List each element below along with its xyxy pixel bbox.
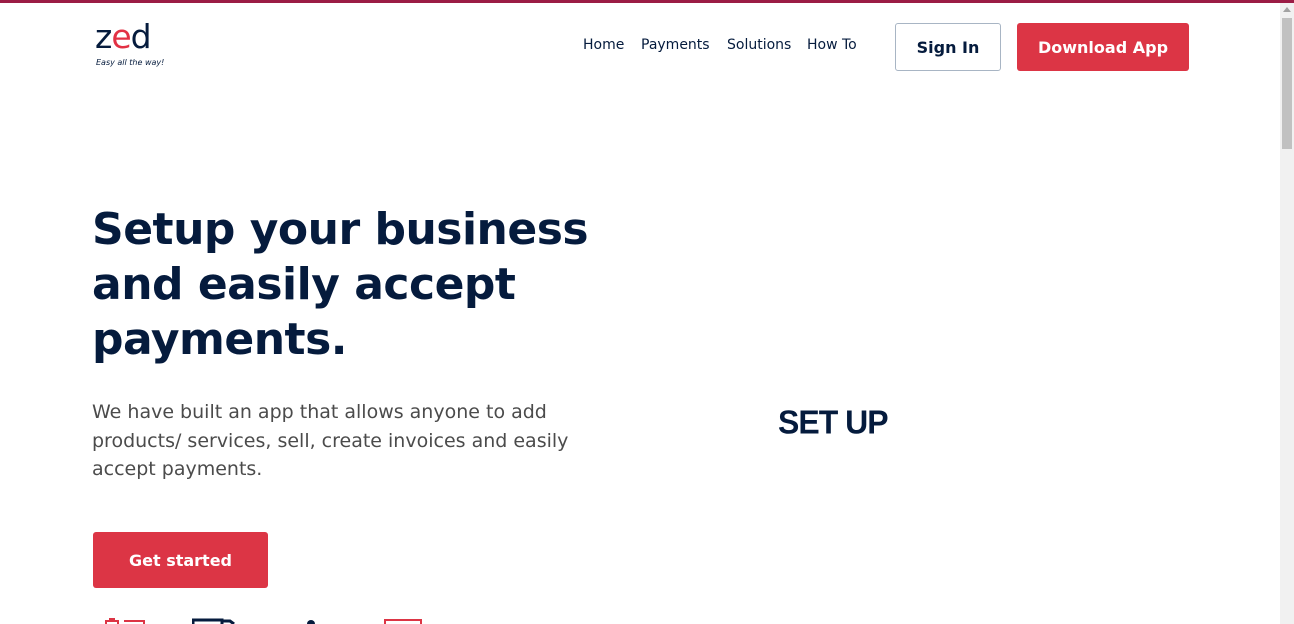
hero-description: We have built an app that allows anyone … — [92, 401, 569, 480]
sign-in-button[interactable]: Sign In — [895, 23, 1001, 71]
nav-payments[interactable]: Payments — [641, 37, 710, 57]
nav-solutions[interactable]: Solutions — [727, 37, 791, 57]
hero-animation-text: SET UP — [778, 403, 889, 441]
download-app-button[interactable]: Download App — [1017, 23, 1189, 71]
zed-logo[interactable]: zed Easy all the way! — [95, 17, 171, 71]
get-started-button[interactable]: Get started — [93, 532, 268, 588]
truck-icon — [192, 618, 235, 624]
logo-wordmark: zed — [95, 17, 152, 56]
card-icon — [384, 619, 422, 624]
scroll-up-arrow-icon[interactable] — [1283, 7, 1291, 12]
user-icon — [307, 620, 315, 624]
logo-tagline: Easy all the way! — [96, 58, 165, 67]
scrollbar-thumb[interactable] — [1282, 18, 1292, 149]
hero-title: Setup your business and easily accept pa… — [92, 204, 589, 365]
nav-home[interactable]: Home — [583, 37, 624, 57]
nav-how-to[interactable]: How To — [807, 37, 857, 57]
top-accent-line — [0, 0, 1294, 3]
bag-icon — [105, 618, 145, 624]
page-scrollbar[interactable] — [1280, 3, 1294, 624]
